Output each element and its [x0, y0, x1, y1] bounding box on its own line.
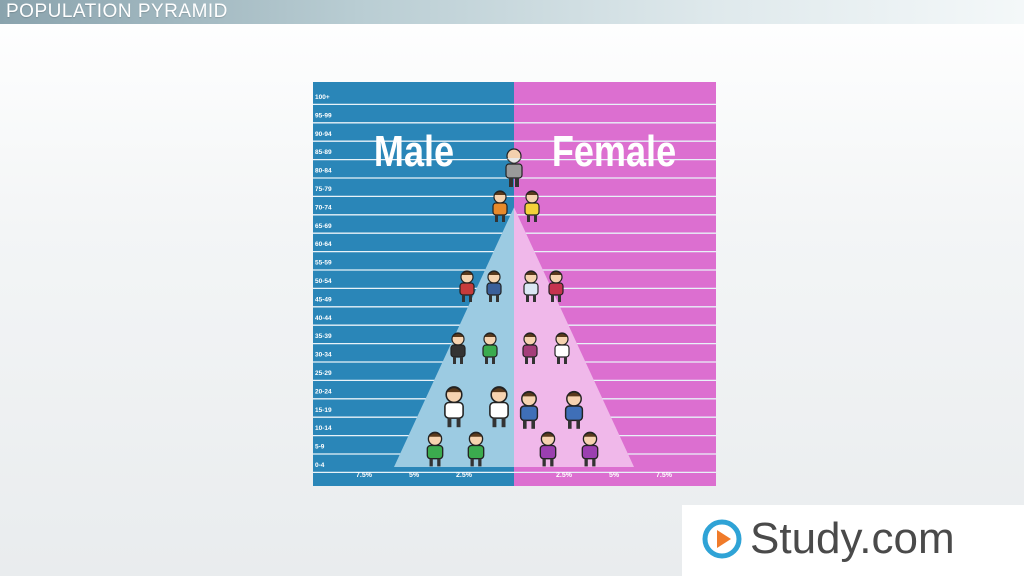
age-label: 5-9	[315, 444, 325, 451]
age-label: 15-19	[315, 407, 332, 414]
age-label: 20-24	[315, 388, 332, 395]
play-logo-icon	[702, 519, 742, 559]
page-title: POPULATION PYRAMID	[6, 1, 228, 22]
x-tick-label: 2.5%	[556, 472, 573, 479]
age-label: 55-59	[315, 260, 332, 267]
age-label: 35-39	[315, 333, 332, 340]
male-label: Male	[374, 127, 454, 176]
age-label: 95-99	[315, 112, 332, 119]
age-label: 30-34	[315, 352, 332, 359]
brand-logo-area[interactable]: Study.com	[682, 505, 1024, 576]
x-tick-label: 5%	[609, 472, 620, 479]
age-label: 60-64	[315, 241, 332, 248]
age-label: 85-89	[315, 149, 332, 156]
x-tick-label: 7.5%	[656, 472, 673, 479]
age-label: 50-54	[315, 278, 332, 285]
age-label: 75-79	[315, 186, 332, 193]
title-bar: POPULATION PYRAMID	[0, 0, 1024, 24]
age-label: 0-4	[315, 462, 325, 469]
age-label: 45-49	[315, 296, 332, 303]
age-labels: 100+ 95-99 90-94 85-89 80-84 75-79 70-74 65-69 6…	[315, 94, 332, 469]
age-label: 65-69	[315, 223, 332, 230]
x-tick-label: 2.5%	[456, 472, 473, 479]
pyramid-svg: 100+ 95-99 90-94 85-89 80-84 75-79 70-74 65-69 6…	[313, 82, 716, 486]
age-label: 100+	[315, 94, 330, 101]
female-label: Female	[552, 127, 676, 176]
age-label: 25-29	[315, 370, 332, 377]
x-tick-label: 7.5%	[356, 472, 373, 479]
age-label: 10-14	[315, 425, 332, 432]
age-label: 90-94	[315, 131, 332, 138]
age-label: 70-74	[315, 204, 332, 211]
population-pyramid-chart: 100+ 95-99 90-94 85-89 80-84 75-79 70-74 65-69 6…	[313, 82, 716, 486]
brand-name: Study.com	[750, 514, 955, 563]
age-label: 80-84	[315, 168, 332, 175]
x-tick-label: 5%	[409, 472, 420, 479]
age-label: 40-44	[315, 315, 332, 322]
